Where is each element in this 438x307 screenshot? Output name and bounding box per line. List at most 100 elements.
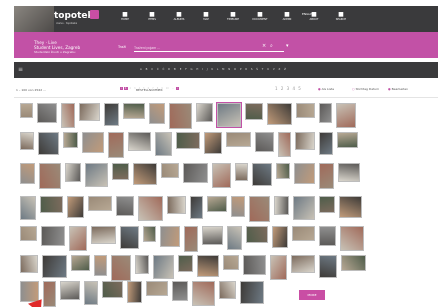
photo-thumbnail[interactable] <box>111 255 131 281</box>
photo-thumbnail[interactable] <box>104 103 119 126</box>
photo-thumbnail[interactable] <box>20 132 34 150</box>
nav-item-timeline[interactable]: ■ TIMELINE <box>222 11 244 22</box>
photo-thumbnail[interactable] <box>20 196 36 220</box>
nav-item-search[interactable]: ■ SEARCH <box>330 11 352 22</box>
photo-thumbnail[interactable] <box>153 255 174 279</box>
photo-thumbnail[interactable] <box>84 281 98 305</box>
photo-thumbnail[interactable] <box>190 196 203 219</box>
photo-thumbnail[interactable] <box>219 281 236 299</box>
photo-thumbnail[interactable] <box>127 281 142 303</box>
photo-thumbnail[interactable] <box>338 163 360 182</box>
photo-thumbnail[interactable] <box>255 132 274 152</box>
photo-thumbnail[interactable] <box>41 226 65 246</box>
photo-thumbnail[interactable] <box>270 255 287 280</box>
photo-thumbnail[interactable] <box>108 132 124 158</box>
photo-thumbnail[interactable] <box>278 132 291 157</box>
photo-thumbnail[interactable] <box>138 196 163 221</box>
photo-thumbnail[interactable] <box>319 103 332 123</box>
photo-thumbnail[interactable] <box>112 163 129 180</box>
photo-thumbnail[interactable] <box>146 281 168 296</box>
photo-thumbnail[interactable] <box>82 132 104 153</box>
nav-item-items[interactable]: ■ ITEMS <box>141 11 163 22</box>
photo-thumbnail[interactable] <box>183 163 208 183</box>
photo-thumbnail[interactable] <box>94 255 107 276</box>
photo-thumbnail[interactable] <box>295 132 315 150</box>
photo-thumbnail[interactable] <box>160 226 180 247</box>
photo-thumbnail[interactable] <box>216 102 242 128</box>
photo-thumbnail[interactable] <box>319 255 337 278</box>
photo-thumbnail[interactable] <box>167 196 186 214</box>
photo-thumbnail[interactable] <box>296 103 315 118</box>
photo-thumbnail[interactable] <box>38 132 59 155</box>
photo-thumbnail[interactable] <box>243 255 266 275</box>
photo-thumbnail[interactable] <box>337 132 358 148</box>
photo-thumbnail[interactable] <box>292 226 315 241</box>
photo-thumbnail[interactable] <box>69 226 87 251</box>
photo-thumbnail[interactable] <box>339 196 362 218</box>
photo-thumbnail[interactable] <box>172 281 188 301</box>
photo-thumbnail[interactable] <box>319 163 334 189</box>
photo-thumbnail[interactable] <box>246 226 268 243</box>
photo-thumbnail[interactable] <box>143 226 156 242</box>
page-link[interactable]: ‹ <box>120 87 123 90</box>
photo-thumbnail[interactable] <box>192 281 215 306</box>
page-link[interactable]: … <box>171 87 175 90</box>
photo-thumbnail[interactable] <box>67 196 84 218</box>
photo-thumbnail[interactable] <box>212 163 231 188</box>
photo-thumbnail[interactable] <box>61 103 75 128</box>
photo-thumbnail[interactable] <box>85 163 108 187</box>
search-icon[interactable]: ⌕ <box>270 43 273 49</box>
photo-thumbnail[interactable] <box>231 196 245 217</box>
photo-thumbnail[interactable] <box>197 255 219 277</box>
page-link[interactable]: 10 <box>165 87 170 90</box>
photo-thumbnail[interactable] <box>40 196 63 213</box>
photo-thumbnail[interactable] <box>204 132 222 154</box>
photo-thumbnail[interactable] <box>135 255 149 274</box>
photo-thumbnail[interactable] <box>336 103 356 128</box>
photo-thumbnail[interactable] <box>123 103 145 119</box>
alphabet-filter[interactable]: A B C Ć Č D Đ E F G H I J K L M N O P R … <box>140 68 287 71</box>
photo-thumbnail[interactable] <box>37 103 57 123</box>
photo-thumbnail[interactable] <box>240 281 264 304</box>
photo-thumbnail[interactable] <box>149 103 165 124</box>
photo-thumbnail[interactable] <box>63 132 78 148</box>
photo-thumbnail[interactable] <box>79 103 100 121</box>
photo-thumbnail[interactable] <box>65 163 81 182</box>
photo-thumbnail[interactable] <box>226 132 251 147</box>
dropdown-icon[interactable]: ▾ <box>286 43 289 49</box>
photo-thumbnail[interactable] <box>245 103 263 120</box>
photo-thumbnail[interactable] <box>227 226 242 250</box>
list-view-toggle[interactable]: ● Als Liste <box>318 87 334 91</box>
nav-item-home[interactable]: ■ HOME <box>114 11 136 22</box>
nav-item-albums[interactable]: ■ ALBUMS <box>168 11 190 22</box>
photo-thumbnail[interactable] <box>319 226 336 246</box>
menu-icon[interactable]: ≡ <box>18 66 23 73</box>
photo-thumbnail[interactable] <box>294 163 315 184</box>
photo-thumbnail[interactable] <box>102 281 123 298</box>
load-more-button[interactable]: MORE <box>299 290 325 300</box>
photo-thumbnail[interactable] <box>178 255 193 272</box>
photo-thumbnail[interactable] <box>42 255 67 278</box>
photo-thumbnail[interactable] <box>196 103 213 122</box>
photo-thumbnail[interactable] <box>88 196 112 211</box>
photo-thumbnail[interactable] <box>341 255 366 271</box>
photo-thumbnail[interactable] <box>169 103 192 129</box>
photo-thumbnail[interactable] <box>39 163 61 189</box>
photo-thumbnail[interactable] <box>133 163 157 185</box>
photo-thumbnail[interactable] <box>202 226 223 245</box>
photo-thumbnail[interactable] <box>272 226 288 248</box>
logo-image[interactable] <box>14 6 54 32</box>
photo-thumbnail[interactable] <box>116 196 134 216</box>
photo-thumbnail[interactable] <box>71 255 90 271</box>
photo-thumbnail[interactable] <box>276 163 290 179</box>
page-dots[interactable]: 1 2 3 4 5 <box>275 86 302 91</box>
page-link[interactable]: 1 <box>123 87 128 90</box>
photo-thumbnail[interactable] <box>291 255 315 273</box>
photo-thumbnail[interactable] <box>155 132 172 156</box>
photo-thumbnail[interactable] <box>207 196 227 212</box>
photo-thumbnail[interactable] <box>60 281 80 300</box>
photo-thumbnail[interactable] <box>20 226 37 241</box>
photo-thumbnail[interactable] <box>176 132 200 149</box>
photo-thumbnail[interactable] <box>293 196 315 220</box>
photo-thumbnail[interactable] <box>274 196 289 215</box>
